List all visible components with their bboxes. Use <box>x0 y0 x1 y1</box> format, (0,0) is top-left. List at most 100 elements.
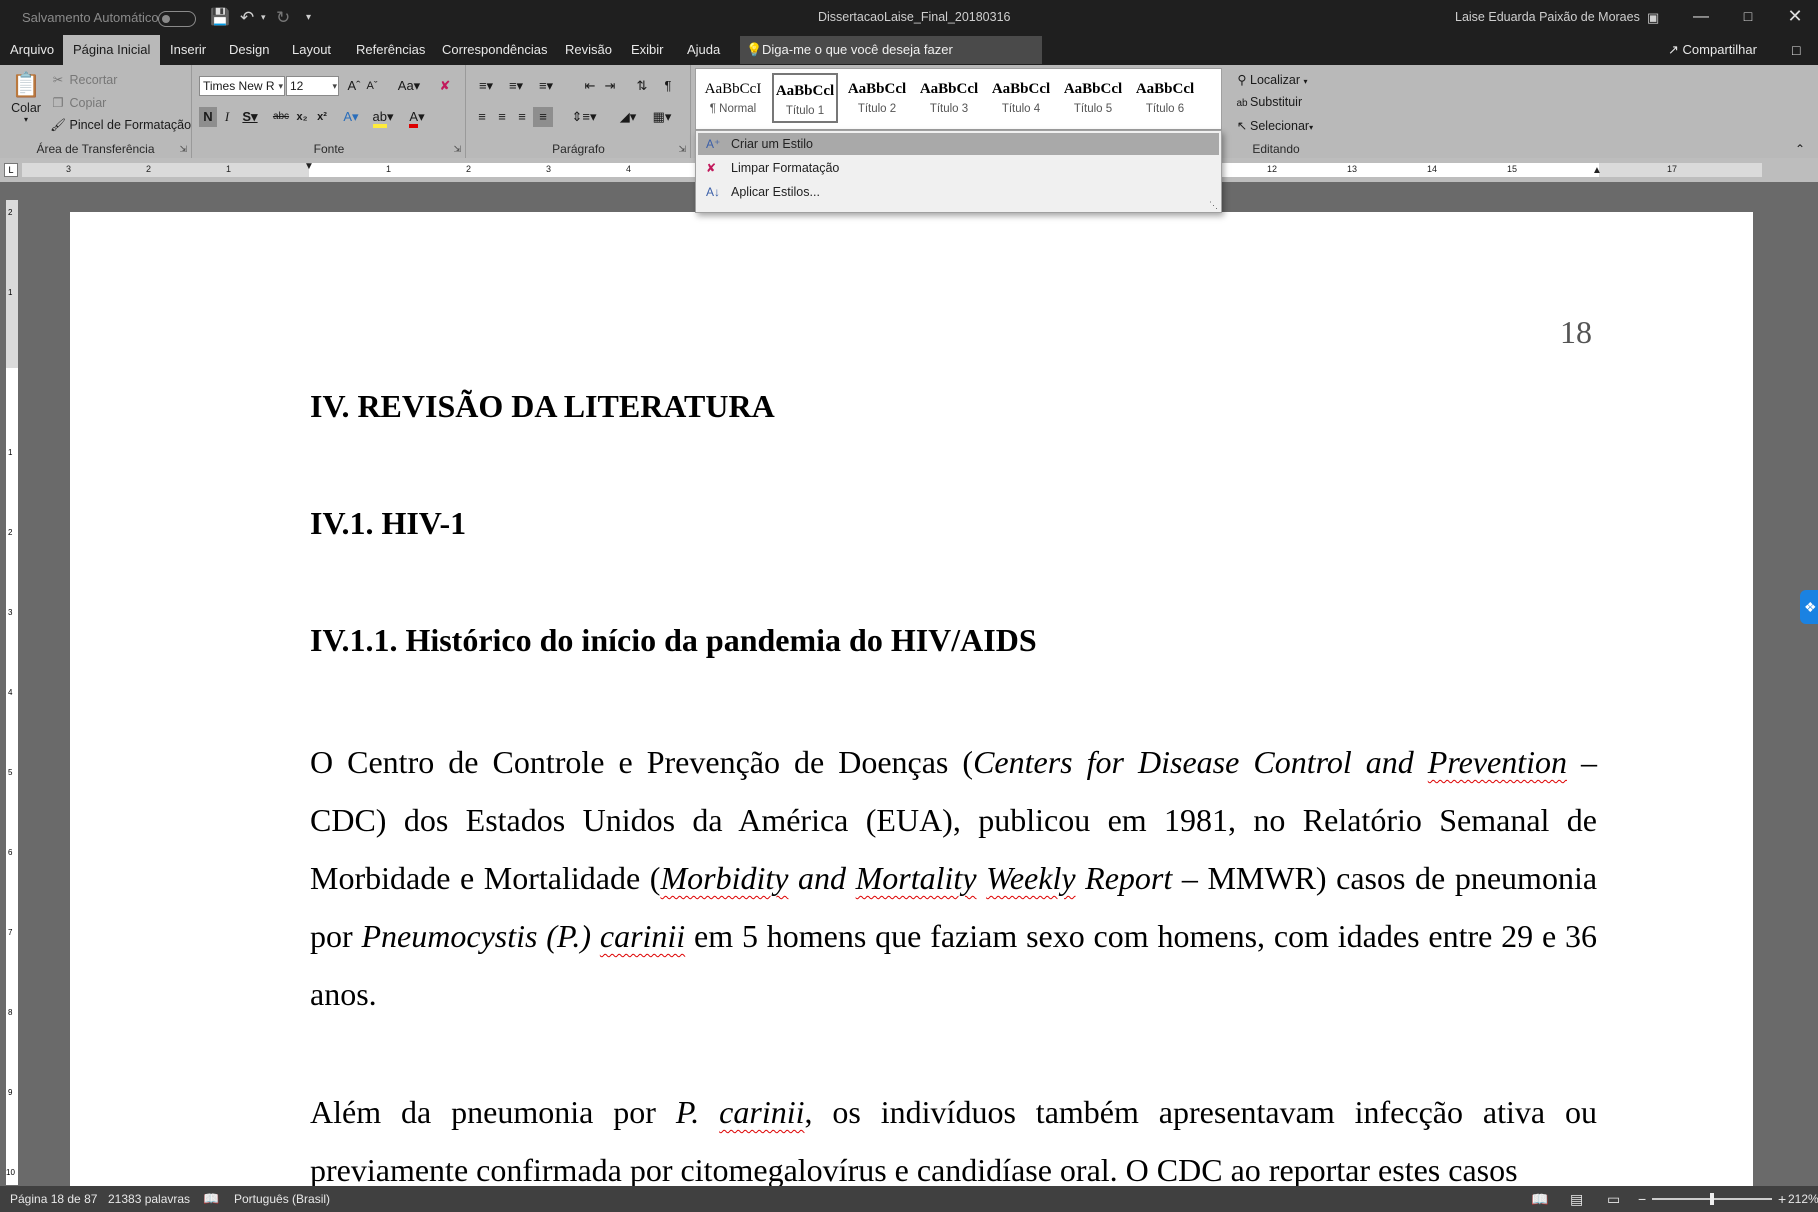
bullets-icon[interactable]: ≡▾ <box>473 76 499 96</box>
increase-indent-icon[interactable]: ⇥ <box>601 76 619 96</box>
font-launcher-icon[interactable]: ⇲ <box>453 144 461 155</box>
tab-selector[interactable]: L <box>4 163 18 177</box>
customize-toolbar-icon[interactable]: ▾ <box>306 0 311 35</box>
style-normal[interactable]: AaBbCcI ¶ Normal <box>700 73 766 123</box>
change-case-icon[interactable]: Aa▾ <box>396 76 422 96</box>
indent-marker-icon[interactable]: ▼ <box>304 161 314 172</box>
style-titulo-6[interactable]: AaBbCcl Título 6 <box>1132 73 1198 123</box>
paragraph-2[interactable]: Além da pneumonia por P. carinii, os ind… <box>310 1083 1597 1199</box>
apply-styles-item[interactable]: A↓ Aplicar Estilos... <box>698 181 1219 203</box>
zoom-out-icon[interactable]: − <box>1638 1186 1646 1212</box>
tab-layout[interactable]: Layout <box>282 35 341 65</box>
collapse-ribbon-icon[interactable]: ⌃ <box>1795 142 1805 156</box>
print-layout-icon[interactable]: ▤ <box>1570 1186 1583 1212</box>
tab-referencias[interactable]: Referências <box>346 35 435 65</box>
shrink-font-icon[interactable]: Aˇ <box>364 76 380 96</box>
style-titulo-1[interactable]: AaBbCcl Título 1 <box>772 73 838 123</box>
superscript-button[interactable]: x² <box>313 107 331 127</box>
font-color-icon[interactable]: A▾ <box>402 107 432 128</box>
create-style-item[interactable]: A⁺ Criar um Estilo <box>698 133 1219 155</box>
zoom-in-icon[interactable]: + <box>1778 1186 1786 1212</box>
text-effects-icon[interactable]: A▾ <box>338 107 364 127</box>
numbering-icon[interactable]: ≡▾ <box>503 76 529 96</box>
tell-me-search[interactable]: 💡 Diga-me o que você deseja fazer <box>740 36 1042 64</box>
replace-button[interactable]: ab Substituir <box>1234 95 1302 109</box>
misspelled-word[interactable]: Mortality <box>856 860 977 896</box>
clear-formatting-item[interactable]: ✘ Limpar Formatação <box>698 157 1219 179</box>
tab-exibir[interactable]: Exibir <box>621 35 674 65</box>
misspelled-word[interactable]: carinii <box>719 1094 804 1130</box>
grow-font-icon[interactable]: Aˆ <box>346 76 362 96</box>
undo-dropdown-icon[interactable]: ▾ <box>261 0 266 35</box>
font-size-combo[interactable]: 12 ▾ <box>286 76 339 96</box>
resize-grip-icon[interactable]: ⋱ <box>1209 200 1218 211</box>
vertical-ruler[interactable]: 2 1 1 2 3 4 5 6 7 8 9 10 <box>6 200 18 1185</box>
tab-arquivo[interactable]: Arquivo <box>0 35 64 65</box>
word-count[interactable]: 21383 palavras <box>108 1186 190 1212</box>
tab-revisao[interactable]: Revisão <box>555 35 622 65</box>
align-right-icon[interactable]: ≡ <box>513 107 531 127</box>
ribbon-display-icon[interactable]: ▣ <box>1647 0 1659 35</box>
highlight-color-icon[interactable]: ab▾ <box>368 107 398 128</box>
align-left-icon[interactable]: ≡ <box>473 107 491 127</box>
paragraph-1[interactable]: O Centro de Controle e Prevenção de Doen… <box>310 733 1597 1023</box>
clipboard-launcher-icon[interactable]: ⇲ <box>179 144 187 155</box>
tab-correspondencias[interactable]: Correspondências <box>432 35 558 65</box>
paste-button[interactable]: 📋 Colar ▾ <box>10 71 42 124</box>
comments-icon[interactable]: □ <box>1782 35 1810 65</box>
pilcrow-icon[interactable]: ¶ <box>659 76 677 96</box>
shading-icon[interactable]: ◢▾ <box>613 107 643 127</box>
tab-inserir[interactable]: Inserir <box>160 35 216 65</box>
strikethrough-button[interactable]: abc <box>269 107 293 127</box>
misspelled-word[interactable]: Weekly <box>986 860 1075 896</box>
paragraph-launcher-icon[interactable]: ⇲ <box>678 144 686 155</box>
autosave-toggle[interactable] <box>150 0 196 35</box>
maximize-icon[interactable]: □ <box>1721 0 1775 35</box>
right-indent-marker-icon[interactable]: ▲ <box>1592 165 1602 176</box>
dropbox-icon[interactable]: ❖ <box>1800 590 1818 624</box>
misspelled-word[interactable]: Prevention <box>1428 744 1567 780</box>
zoom-level[interactable]: 212% <box>1788 1186 1818 1212</box>
italic-button[interactable]: I <box>219 107 235 127</box>
underline-button[interactable]: S▾ <box>237 107 263 127</box>
close-icon[interactable]: ✕ <box>1768 0 1818 35</box>
heading-2[interactable]: IV.1. HIV-1 <box>310 505 466 542</box>
clear-formatting-icon[interactable]: ✘ <box>436 76 454 96</box>
multilevel-list-icon[interactable]: ≡▾ <box>533 76 559 96</box>
tab-ajuda[interactable]: Ajuda <box>677 35 730 65</box>
user-name[interactable]: Laise Eduarda Paixão de Moraes <box>1455 0 1640 35</box>
web-layout-icon[interactable]: ▭ <box>1607 1186 1620 1212</box>
style-titulo-3[interactable]: AaBbCcl Título 3 <box>916 73 982 123</box>
style-titulo-2[interactable]: AaBbCcl Título 2 <box>844 73 910 123</box>
tab-design[interactable]: Design <box>219 35 279 65</box>
misspelled-word[interactable]: carinii <box>600 918 685 954</box>
line-spacing-icon[interactable]: ⇕≡▾ <box>569 107 599 127</box>
borders-icon[interactable]: ▦▾ <box>647 107 677 127</box>
undo-icon[interactable]: ↶ <box>240 0 254 35</box>
justify-icon[interactable]: ≡ <box>533 107 553 127</box>
document-page[interactable]: 18 IV. REVISÃO DA LITERATURA IV.1. HIV-1… <box>70 212 1753 1188</box>
find-button[interactable]: ⚲ Localizar ▾ <box>1234 72 1307 87</box>
read-mode-icon[interactable]: 📖 <box>1531 1186 1548 1212</box>
save-icon[interactable]: 💾 <box>210 0 230 35</box>
decrease-indent-icon[interactable]: ⇤ <box>581 76 599 96</box>
subscript-button[interactable]: x₂ <box>293 107 311 127</box>
format-painter-button[interactable]: 🖌 Pincel de Formatação <box>50 118 191 133</box>
heading-3[interactable]: IV.1.1. Histórico do início da pandemia … <box>310 622 1037 659</box>
select-button[interactable]: ↖ Selecionar▾ <box>1234 118 1313 133</box>
share-button[interactable]: ↗ Compartilhar <box>1668 35 1757 65</box>
tab-pagina-inicial[interactable]: Página Inicial <box>63 35 161 65</box>
language-status[interactable]: Português (Brasil) <box>234 1186 330 1212</box>
style-titulo-4[interactable]: AaBbCcl Título 4 <box>988 73 1054 123</box>
bold-button[interactable]: N <box>199 107 217 127</box>
minimize-icon[interactable]: — <box>1674 0 1728 35</box>
cut-button[interactable]: ✂ Recortar <box>50 72 118 87</box>
style-titulo-5[interactable]: AaBbCcl Título 5 <box>1060 73 1126 123</box>
misspelled-word[interactable]: Morbidity <box>660 860 788 896</box>
proofing-icon[interactable]: 📖 <box>203 1186 219 1212</box>
page-count[interactable]: Página 18 de 87 <box>10 1186 97 1212</box>
zoom-slider-thumb[interactable] <box>1710 1193 1714 1205</box>
sort-icon[interactable]: ⇅ <box>633 76 651 96</box>
align-center-icon[interactable]: ≡ <box>493 107 511 127</box>
copy-button[interactable]: ❐ Copiar <box>50 95 106 110</box>
